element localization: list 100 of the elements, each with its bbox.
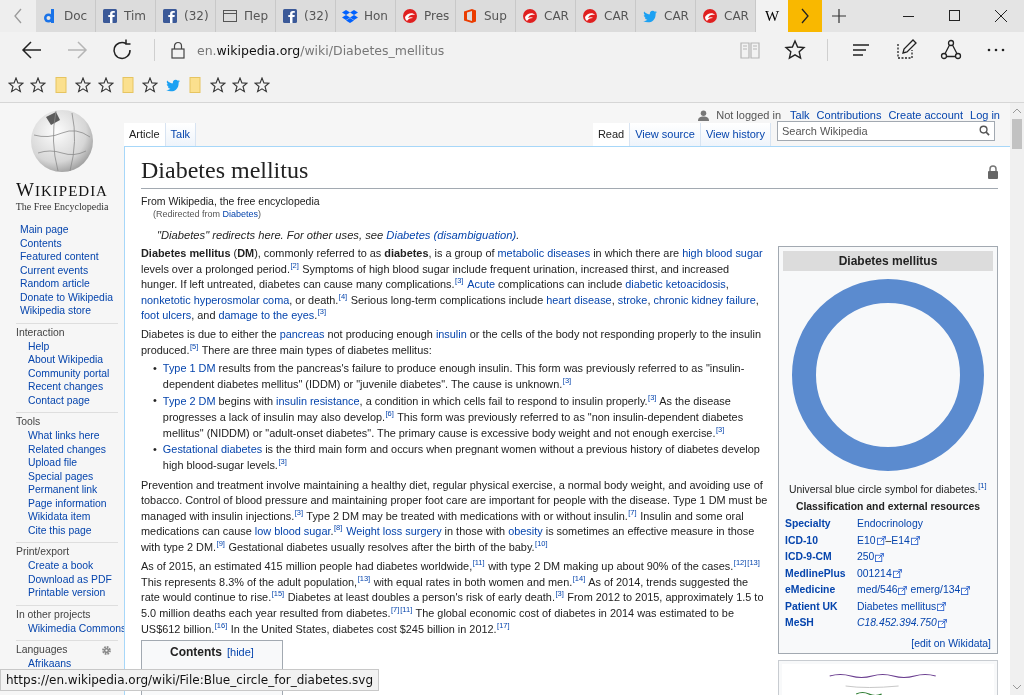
browser-tab[interactable]: Пер xyxy=(216,0,276,32)
external-link[interactable]: E10 xyxy=(857,532,886,549)
external-link[interactable]: emerg/134 xyxy=(907,582,971,599)
browser-tab[interactable]: CAR xyxy=(576,0,636,32)
sidebar-link[interactable]: Page information xyxy=(16,496,107,510)
sidebar-link[interactable]: Related changes xyxy=(16,442,106,456)
star-icon[interactable] xyxy=(142,77,159,93)
external-link-icon[interactable] xyxy=(937,602,947,612)
article-link[interactable]: insulin xyxy=(435,327,467,340)
sidebar-link[interactable]: Wikipedia store xyxy=(20,304,124,318)
sidebar-link[interactable]: Community portal xyxy=(16,366,110,380)
article-link[interactable]: insulin resistance xyxy=(276,395,360,408)
search-icon[interactable] xyxy=(979,125,990,136)
page-tab[interactable]: Article xyxy=(124,123,166,146)
article-link[interactable]: diabetic ketoacidosis xyxy=(625,278,726,291)
sidebar-link[interactable]: Special pages xyxy=(16,469,94,483)
browser-tab[interactable]: Sup xyxy=(456,0,516,32)
sidebar-link[interactable]: Download as PDF xyxy=(16,572,112,586)
browser-tab[interactable]: CAR xyxy=(516,0,576,32)
article-link[interactable]: metabolic diseases xyxy=(497,247,591,259)
sidebar-link[interactable]: About Wikipedia xyxy=(16,353,104,367)
external-link[interactable]: C18.452.394.750 xyxy=(857,615,947,632)
chevron-right-icon[interactable] xyxy=(800,8,810,24)
pen-square-icon[interactable] xyxy=(895,39,917,61)
back-arrow-icon[interactable] xyxy=(21,39,43,61)
row-label-link[interactable]: MedlinePlus xyxy=(785,565,857,582)
row-label-link[interactable]: eMedicine xyxy=(785,582,857,599)
star-icon[interactable] xyxy=(30,77,47,93)
account-link[interactable]: Log in xyxy=(970,109,1000,121)
external-link-icon[interactable] xyxy=(875,552,885,562)
settings-icon[interactable] xyxy=(101,644,112,656)
close-icon[interactable] xyxy=(995,10,1007,22)
article-link[interactable]: obesity xyxy=(508,525,543,538)
external-link-icon[interactable] xyxy=(892,569,902,579)
search-field[interactable]: Search Wikipedia xyxy=(777,121,995,141)
scrollbar[interactable] xyxy=(1010,103,1024,695)
sidebar-link[interactable]: Permanent link xyxy=(16,483,98,497)
star-icon[interactable] xyxy=(231,77,248,93)
sidebar-link[interactable]: Recent changes xyxy=(16,380,104,394)
article-link[interactable]: Type 1 DM xyxy=(162,362,216,375)
row-label-link[interactable]: ICD-10 xyxy=(785,532,857,549)
article-link[interactable]: high blood sugar xyxy=(682,247,763,259)
browser-tab[interactable]: CAR xyxy=(636,0,696,32)
external-link-icon[interactable] xyxy=(898,585,908,595)
row-label-link[interactable]: Patient UK xyxy=(785,598,857,615)
external-link[interactable]: E14 xyxy=(891,532,920,549)
sidebar-link[interactable]: Wikimedia Commons xyxy=(16,621,127,635)
row-label-link[interactable]: ICD-9-CM xyxy=(785,549,857,566)
external-link-icon[interactable] xyxy=(961,585,971,595)
external-link[interactable]: 001214 xyxy=(857,565,902,582)
sidebar-link[interactable]: Afrikaans xyxy=(16,657,72,671)
refresh-icon[interactable] xyxy=(111,39,133,61)
star-icon[interactable] xyxy=(784,39,806,61)
external-link[interactable]: med/546 xyxy=(857,582,908,599)
account-link[interactable]: Create account xyxy=(888,109,963,121)
scroll-tabs-right-button[interactable] xyxy=(788,0,822,32)
star-icon[interactable] xyxy=(8,77,24,93)
view-tab[interactable]: Read xyxy=(592,123,631,146)
plus-icon[interactable] xyxy=(832,9,846,23)
external-link-icon[interactable] xyxy=(910,536,920,546)
row-label-link[interactable]: MeSH xyxy=(785,615,857,632)
browser-tab[interactable]: Doc xyxy=(36,0,96,32)
sidebar-link[interactable]: Contents xyxy=(20,236,124,250)
browser-tab[interactable]: Tim xyxy=(96,0,156,32)
page-tab[interactable]: Talk xyxy=(165,123,197,146)
article-link[interactable]: chronic kidney failure xyxy=(653,293,756,306)
browser-tab[interactable]: (32) xyxy=(156,0,216,32)
article-link[interactable]: heart disease xyxy=(546,293,612,306)
browser-tab[interactable]: W xyxy=(756,0,788,32)
star-icon[interactable] xyxy=(75,77,92,93)
article-link[interactable]: Type 2 DM xyxy=(162,395,216,408)
article-link[interactable]: Acute xyxy=(463,278,496,291)
edit-link[interactable]: [edit on Wikidata] xyxy=(911,637,991,649)
sidebar-link[interactable]: Random article xyxy=(20,277,124,291)
infobox-link[interactable]: Endocrinology xyxy=(857,518,923,529)
sidebar-link[interactable]: Featured content xyxy=(20,250,124,264)
sidebar-link[interactable]: Donate to Wikipedia xyxy=(20,290,124,304)
sidebar-link[interactable]: Upload file xyxy=(16,456,78,470)
sidebar-link[interactable]: Main page xyxy=(20,223,124,237)
article-link[interactable]: Gestational diabetes xyxy=(162,443,263,456)
sidebar-link[interactable]: Wikidata item xyxy=(16,510,91,524)
external-link-icon[interactable] xyxy=(937,618,947,628)
hide-link[interactable]: [hide] xyxy=(227,646,254,659)
sidebar-link[interactable]: Help xyxy=(16,339,50,353)
article-link[interactable]: Weight loss surgery xyxy=(342,525,442,538)
star-icon[interactable] xyxy=(209,77,226,93)
star-icon[interactable] xyxy=(97,77,114,93)
sidebar-link[interactable]: What links here xyxy=(16,429,100,443)
external-link-icon[interactable] xyxy=(876,536,886,546)
browser-tab[interactable]: CAR xyxy=(696,0,756,32)
sidebar-link[interactable]: Printable version xyxy=(16,586,106,600)
maximize-icon[interactable] xyxy=(949,10,961,22)
external-link[interactable]: 250 xyxy=(857,549,885,566)
sidebar-link[interactable]: Create a book xyxy=(16,559,94,573)
account-link[interactable]: Contributions xyxy=(816,109,882,121)
row-label-link[interactable]: Specialty xyxy=(785,516,857,533)
scrollbar-thumb[interactable] xyxy=(1012,119,1022,149)
share-icon[interactable] xyxy=(940,39,962,61)
article-link[interactable]: pancreas xyxy=(279,327,325,340)
view-tab[interactable]: View source xyxy=(630,123,701,146)
